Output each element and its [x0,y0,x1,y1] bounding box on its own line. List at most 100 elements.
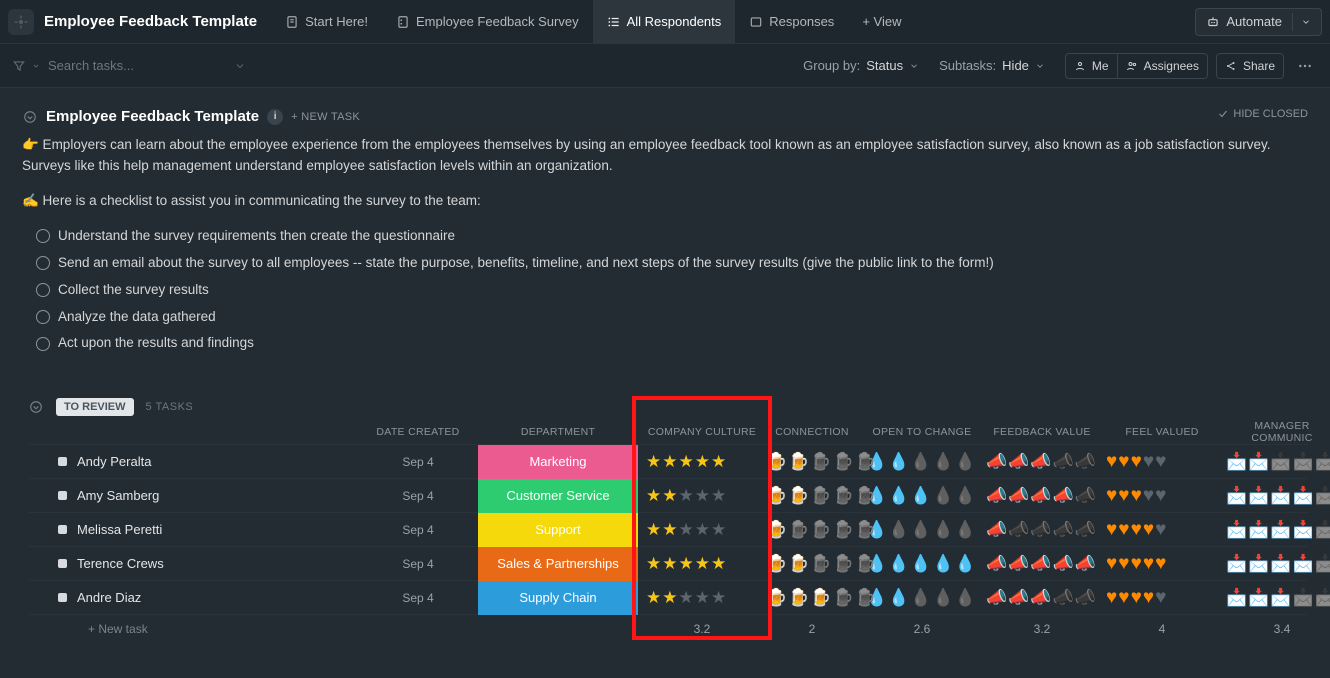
rating-connection[interactable]: 🍺🍺🍺🍺🍺 [766,453,858,470]
table-footer-row: + New task 3.2 2 2.6 3.2 4 3.4 [28,614,1308,642]
task-name: Terence Crews [77,556,164,571]
dots-horizontal-icon [1297,58,1313,74]
table-row[interactable]: Terence CrewsSep 4Sales & Partnerships★★… [28,546,1308,580]
new-task-inline-button[interactable]: + New task [58,622,148,636]
group-by-control[interactable]: Group by: Status [803,58,919,73]
rating-feedback-value[interactable]: 📣📣📣📣📣 [986,555,1098,572]
task-status-square[interactable] [58,457,67,466]
task-count-label: 5 TASKS [146,401,194,413]
col-date-created[interactable]: DATE CREATED [358,426,478,438]
responses-icon [749,15,763,29]
table-row[interactable]: Andre DiazSep 4Supply Chain★★★★★🍺🍺🍺🍺🍺💧💧💧… [28,580,1308,614]
new-task-button[interactable]: + NEW TASK [291,111,360,123]
tab-add-view[interactable]: + View [848,0,915,44]
task-name: Amy Samberg [77,488,159,503]
task-status-square[interactable] [58,593,67,602]
tab-feedback-survey[interactable]: Employee Feedback Survey [382,0,593,44]
search-input[interactable] [48,58,208,73]
col-open-to-change[interactable]: OPEN TO CHANGE [858,426,978,438]
col-connection[interactable]: CONNECTION [758,426,858,438]
rating-feedback-value[interactable]: 📣📣📣📣📣 [986,521,1098,538]
automate-button[interactable]: Automate [1195,8,1322,36]
more-menu-button[interactable] [1292,53,1318,79]
rating-open-to-change[interactable]: 💧💧💧💧💧 [866,453,978,470]
rating-manager-communication[interactable]: 📩📩📩📩📩 [1226,521,1330,538]
checklist-item[interactable]: Send an email about the survey to all em… [36,253,1282,274]
task-status-square[interactable] [58,559,67,568]
col-department[interactable]: DEPARTMENT [478,426,638,438]
rating-manager-communication[interactable]: 📩📩📩📩📩 [1226,487,1330,504]
col-feel-valued[interactable]: FEEL VALUED [1098,426,1218,438]
rating-company-culture[interactable]: ★★★★★ [646,589,758,606]
department-tag[interactable]: Customer Service [478,479,638,513]
list-icon [607,15,621,29]
department-tag[interactable]: Sales & Partnerships [478,547,638,581]
checklist-item[interactable]: Act upon the results and findings [36,333,1282,354]
department-tag[interactable]: Support [478,513,638,547]
rating-connection[interactable]: 🍺🍺🍺🍺🍺 [766,555,858,572]
rating-company-culture[interactable]: ★★★★★ [646,487,758,504]
table-row[interactable]: Amy SambergSep 4Customer Service★★★★★🍺🍺🍺… [28,478,1308,512]
filter-icon[interactable] [12,59,26,73]
workspace-logo[interactable] [8,9,34,35]
rating-open-to-change[interactable]: 💧💧💧💧💧 [866,487,978,504]
checklist-item[interactable]: Understand the survey requirements then … [36,226,1282,247]
collapse-toggle[interactable] [22,109,38,125]
description-paragraph: 👉 Employers can learn about the employee… [22,135,1282,177]
rating-manager-communication[interactable]: 📩📩📩📩📩 [1226,453,1330,470]
subtasks-control[interactable]: Subtasks: Hide [939,58,1045,73]
rating-company-culture[interactable]: ★★★★★ [646,521,758,538]
group-collapse-toggle[interactable] [28,399,44,415]
rating-manager-communication[interactable]: 📩📩📩📩📩 [1226,589,1330,606]
radio-empty-icon [36,256,50,270]
rating-connection[interactable]: 🍺🍺🍺🍺🍺 [766,487,858,504]
col-feedback-value[interactable]: FEEDBACK VALUE [978,426,1098,438]
assignees-filter-button[interactable]: Assignees [1118,53,1208,79]
section-header: Employee Feedback Template i + NEW TASK [22,108,1308,125]
rating-feedback-value[interactable]: 📣📣📣📣📣 [986,487,1098,504]
rating-feel-valued[interactable]: ♥♥♥♥♥ [1106,520,1218,539]
rating-feedback-value[interactable]: 📣📣📣📣📣 [986,453,1098,470]
share-button[interactable]: Share [1216,53,1284,79]
task-status-square[interactable] [58,491,67,500]
tab-responses[interactable]: Responses [735,0,848,44]
department-tag[interactable]: Marketing [478,445,638,479]
tab-all-respondents[interactable]: All Respondents [593,0,736,44]
checklist-text: Send an email about the survey to all em… [58,253,994,274]
rating-manager-communication[interactable]: 📩📩📩📩📩 [1226,555,1330,572]
status-pill[interactable]: TO REVIEW [56,398,134,416]
me-filter-button[interactable]: Me [1065,53,1118,79]
col-manager-communication[interactable]: MANAGER COMMUNIC [1218,420,1330,444]
rating-company-culture[interactable]: ★★★★★ [646,453,758,470]
users-icon [1126,60,1138,72]
rating-company-culture[interactable]: ★★★★★ [646,555,758,572]
avg-valued: 4 [1098,622,1218,636]
rating-feel-valued[interactable]: ♥♥♥♥♥ [1106,554,1218,573]
table-row[interactable]: Melissa PerettiSep 4Support★★★★★🍺🍺🍺🍺🍺💧💧💧… [28,512,1308,546]
chevron-down-icon[interactable] [32,62,40,70]
rating-feel-valued[interactable]: ♥♥♥♥♥ [1106,452,1218,471]
chevron-down-icon[interactable] [1292,13,1315,31]
rating-open-to-change[interactable]: 💧💧💧💧💧 [866,589,978,606]
rating-open-to-change[interactable]: 💧💧💧💧💧 [866,555,978,572]
table-row[interactable]: Andy PeraltaSep 4Marketing★★★★★🍺🍺🍺🍺🍺💧💧💧💧… [28,444,1308,478]
chevron-down-circle-icon [29,400,43,414]
rating-connection[interactable]: 🍺🍺🍺🍺🍺 [766,521,858,538]
hide-closed-toggle[interactable]: HIDE CLOSED [1217,108,1308,120]
doc-icon [285,15,299,29]
rating-feel-valued[interactable]: ♥♥♥♥♥ [1106,588,1218,607]
col-company-culture[interactable]: COMPANY CULTURE [638,426,758,438]
checklist-item[interactable]: Collect the survey results [36,280,1282,301]
info-icon[interactable]: i [267,109,283,125]
task-name: Melissa Peretti [77,522,162,537]
task-name: Andre Diaz [77,590,141,605]
rating-connection[interactable]: 🍺🍺🍺🍺🍺 [766,589,858,606]
tab-start-here[interactable]: Start Here! [271,0,382,44]
checklist-item[interactable]: Analyze the data gathered [36,307,1282,328]
chevron-down-icon[interactable] [234,60,246,72]
rating-feedback-value[interactable]: 📣📣📣📣📣 [986,589,1098,606]
task-status-square[interactable] [58,525,67,534]
rating-feel-valued[interactable]: ♥♥♥♥♥ [1106,486,1218,505]
rating-open-to-change[interactable]: 💧💧💧💧💧 [866,521,978,538]
department-tag[interactable]: Supply Chain [478,581,638,615]
